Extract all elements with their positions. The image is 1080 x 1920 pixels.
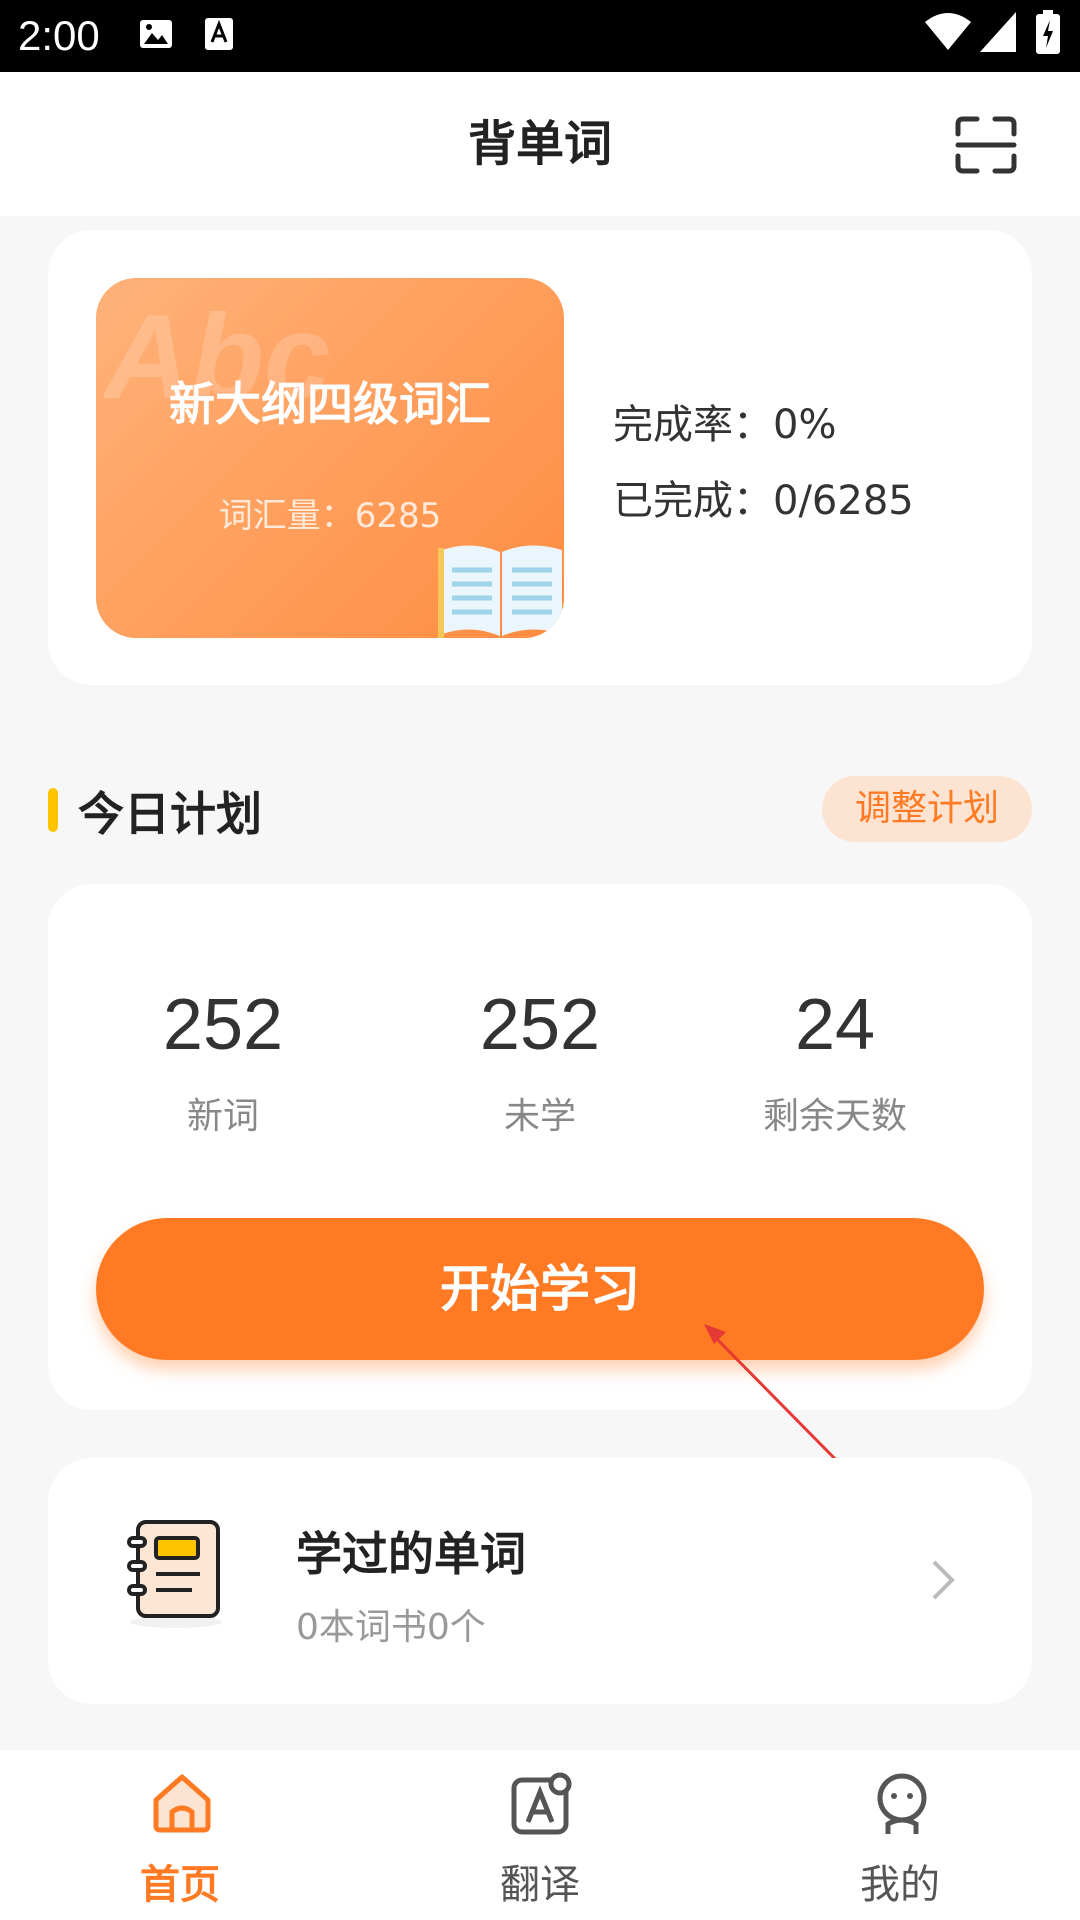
book-card[interactable]: Abc 新大纲四级词汇 词汇量：6285 完成率：0% 已完成：0/6285 [48, 230, 1032, 685]
bottom-nav: 首页 翻译 我的 [0, 1750, 1080, 1920]
nav-label-translate: 翻译 [500, 1862, 580, 1908]
cellular-signal-icon [980, 12, 1016, 52]
open-book-icon [438, 540, 564, 638]
gallery-notification-icon [138, 16, 174, 52]
learned-words-subtitle: 0本词书0个 [296, 1607, 486, 1648]
adjust-plan-button[interactable]: 调整计划 [822, 776, 1032, 842]
stat-value: 24 [794, 985, 876, 1065]
stat-label: 未学 [503, 1096, 576, 1137]
stat-unlearned: 252 未学 [410, 989, 670, 1139]
completed-count: 已完成：0/6285 [613, 478, 914, 524]
stat-remaining-days: 24 剩余天数 [705, 989, 965, 1139]
stat-new-words: 252 新词 [93, 989, 353, 1139]
profile-icon [870, 1772, 934, 1840]
book-name: 新大纲四级词汇 [169, 377, 491, 431]
learned-words-title: 学过的单词 [296, 1527, 526, 1581]
book-cover[interactable]: Abc 新大纲四级词汇 词汇量：6285 [96, 278, 564, 638]
nav-item-home[interactable]: 首页 [0, 1750, 360, 1920]
section-title: 今日计划 [78, 787, 262, 841]
battery-icon [1036, 10, 1060, 54]
home-icon [150, 1772, 214, 1838]
nav-label-profile: 我的 [860, 1862, 940, 1908]
chevron-right-icon [930, 1558, 958, 1606]
stat-value: 252 [162, 985, 284, 1065]
page-title: 背单词 [467, 116, 612, 172]
status-time: 2:00 [18, 12, 100, 59]
translate-icon [510, 1772, 574, 1840]
plan-card: 252 新词 252 未学 24 剩余天数 开始学习 [48, 884, 1032, 1410]
section-marker [48, 788, 58, 832]
stat-label: 剩余天数 [762, 1096, 907, 1137]
book-vocab-count: 词汇量：6285 [218, 496, 442, 536]
nav-item-translate[interactable]: 翻译 [360, 1750, 720, 1920]
scan-icon[interactable] [955, 116, 1017, 178]
status-bar: 2:00 [0, 0, 1080, 72]
nav-item-profile[interactable]: 我的 [720, 1750, 1080, 1920]
start-learning-button[interactable]: 开始学习 [96, 1218, 984, 1360]
nav-label-home: 首页 [140, 1862, 220, 1908]
learned-words-card[interactable]: 学过的单词 0本词书0个 [48, 1458, 1032, 1704]
app-header: 背单词 [0, 72, 1080, 216]
wifi-icon [925, 12, 971, 52]
stat-value: 252 [479, 985, 601, 1065]
completion-rate: 完成率：0% [613, 402, 837, 448]
notebook-icon [126, 1518, 226, 1634]
font-notification-icon [204, 16, 234, 52]
stat-label: 新词 [186, 1096, 259, 1137]
